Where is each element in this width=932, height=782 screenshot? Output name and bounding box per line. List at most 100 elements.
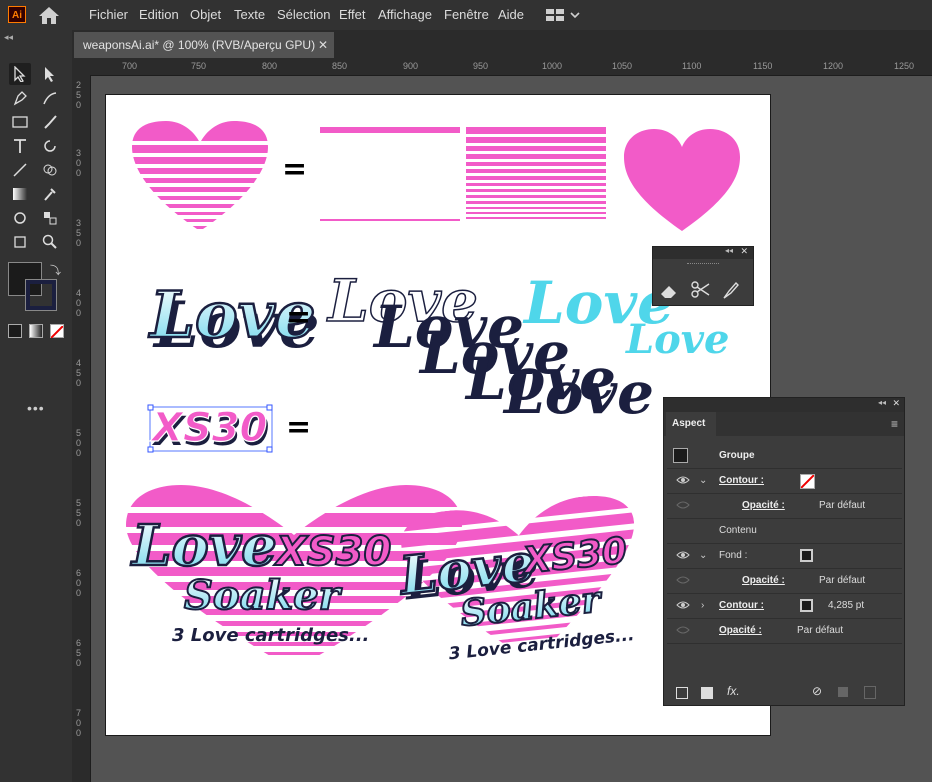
selection-tool-icon[interactable] [9, 63, 31, 85]
collapse-icon[interactable]: ◂◂ [4, 32, 13, 43]
composite-logo-tilted[interactable]: Love Love XS30 Soaker 3 Love cartridges.… [392, 491, 649, 668]
floating-tools-panel: ◂◂ ✕ [652, 246, 754, 306]
direct-selection-tool-icon[interactable] [39, 63, 61, 85]
group-label: Groupe [719, 450, 755, 461]
chevron-down-icon[interactable]: ⌄ [699, 550, 707, 561]
paintbrush-tool-icon[interactable] [39, 111, 61, 133]
opacity-label[interactable]: Opacité : [719, 625, 762, 636]
opacity-label[interactable]: Opacité : [742, 500, 785, 511]
svg-text:XS30: XS30 [273, 529, 391, 575]
contour-label[interactable]: Contour : [719, 475, 764, 486]
pen-tool-icon[interactable] [9, 87, 31, 109]
swap-colors-icon[interactable]: ⤵ [50, 262, 61, 278]
appearance-row-opacity-3[interactable]: Opacité : Par défaut [667, 619, 902, 644]
menu-fichier[interactable]: Fichier [89, 7, 128, 22]
shape-builder-tool-icon[interactable] [39, 159, 61, 181]
tab-aspect[interactable]: Aspect [666, 412, 716, 436]
width-tool-icon[interactable] [9, 159, 31, 181]
eyedropper-tool-icon[interactable] [39, 183, 61, 205]
live-paint-tool-icon[interactable] [39, 207, 61, 229]
more-tools-icon[interactable]: ••• [27, 400, 45, 416]
rotate-tool-icon[interactable] [39, 135, 61, 157]
add-fill-icon[interactable] [701, 687, 713, 699]
color-mode-icon[interactable] [8, 324, 22, 338]
document-tab[interactable]: weaponsAi.ai* @ 100% (RVB/Aperçu GPU) ✕ [74, 32, 334, 58]
eye-icon[interactable] [676, 500, 690, 514]
close-tab-button[interactable]: ✕ [318, 32, 328, 58]
svg-text:Soaker: Soaker [184, 572, 343, 619]
add-effect-button[interactable]: fx. [727, 684, 740, 698]
striped-rectangle[interactable] [466, 127, 606, 219]
opacity-value: Par défaut [819, 500, 866, 511]
menu-fenetre[interactable]: Fenêtre [444, 7, 489, 22]
eye-icon[interactable] [676, 475, 690, 489]
ruler-tick: 1050 [612, 61, 633, 71]
ruler-tick: 5 0 0 [76, 428, 82, 458]
menu-objet[interactable]: Objet [190, 7, 221, 22]
delete-item-icon[interactable] [864, 686, 876, 699]
gradient-mode-icon[interactable] [29, 324, 43, 338]
workspace-switcher-icon[interactable] [546, 8, 580, 22]
xs30-logo[interactable]: XS30 XS30 [147, 404, 273, 455]
none-mode-icon[interactable] [50, 324, 64, 339]
ruler-tick: 2 5 0 [76, 80, 82, 110]
menu-aide[interactable]: Aide [498, 7, 524, 22]
close-icon[interactable]: ✕ [740, 246, 748, 257]
menu-texte[interactable]: Texte [234, 7, 265, 22]
menu-selection[interactable]: Sélection [277, 7, 330, 22]
appearance-row-opacity-2[interactable]: Opacité : Par défaut [667, 569, 902, 594]
appearance-panel: ◂◂ ✕ Aspect ≡ Groupe ⌄ Contour : Opacité… [663, 397, 905, 706]
symbol-sprayer-tool-icon[interactable] [9, 207, 31, 229]
chevron-down-icon[interactable]: ⌄ [699, 475, 707, 486]
rectangle-tool-icon[interactable] [9, 111, 31, 133]
opacity-label[interactable]: Opacité : [742, 575, 785, 586]
appearance-row-fond[interactable]: ⌄ Fond : [667, 544, 902, 569]
chevron-right-icon[interactable]: › [701, 600, 704, 611]
artboard-tool-icon[interactable] [9, 231, 31, 253]
solid-heart[interactable] [624, 129, 740, 231]
add-stroke-icon[interactable] [676, 687, 688, 699]
collapse-icon[interactable]: ◂◂ [725, 246, 733, 255]
appearance-row-contour-stroke[interactable]: › Contour : 4,285 pt [667, 594, 902, 619]
eye-icon[interactable] [676, 550, 690, 564]
appearance-row-opacity-1[interactable]: Opacité : Par défaut [667, 494, 902, 519]
fill-label[interactable]: Fond : [719, 550, 747, 561]
duplicate-item-icon[interactable] [838, 687, 848, 697]
curvature-tool-icon[interactable] [39, 87, 61, 109]
eye-icon[interactable] [676, 625, 690, 639]
home-icon[interactable] [38, 5, 60, 25]
gradient-tool-icon[interactable] [9, 183, 31, 205]
panel-menu-icon[interactable]: ≡ [891, 417, 898, 431]
eye-icon[interactable] [676, 600, 690, 614]
striped-heart[interactable] [126, 121, 276, 229]
clear-appearance-icon[interactable]: ⊘ [812, 684, 822, 698]
scissors-tool-icon[interactable] [691, 281, 711, 299]
appearance-row-groupe[interactable]: Groupe [667, 444, 902, 469]
appearance-row-contenu[interactable]: Contenu [667, 519, 902, 544]
close-icon[interactable]: ✕ [892, 398, 900, 409]
stroke-swatch[interactable] [25, 279, 57, 311]
appearance-row-contour-group[interactable]: ⌄ Contour : [667, 469, 902, 494]
grip-icon[interactable] [687, 263, 719, 267]
type-tool-icon[interactable] [9, 135, 31, 157]
floating-panel-header[interactable]: ◂◂ ✕ [653, 246, 753, 259]
knife-tool-icon[interactable] [721, 281, 741, 299]
outlined-rectangle[interactable] [320, 127, 460, 221]
menu-edition[interactable]: Edition [139, 7, 179, 22]
equals-sign-1: = [282, 152, 307, 187]
svg-text:Love: Love [625, 316, 730, 363]
none-swatch[interactable] [800, 474, 815, 489]
appearance-panel-header[interactable]: ◂◂ ✕ [664, 398, 904, 412]
fill-swatch[interactable] [800, 549, 813, 562]
opacity-value: Par défaut [819, 575, 866, 586]
zoom-tool-icon[interactable] [39, 231, 61, 253]
eye-icon[interactable] [676, 575, 690, 589]
stroke-weight-value[interactable]: 4,285 pt [828, 600, 864, 611]
stroke-swatch[interactable] [800, 599, 813, 612]
menu-affichage[interactable]: Affichage [378, 7, 432, 22]
contour-label[interactable]: Contour : [719, 600, 764, 611]
eraser-tool-icon[interactable] [659, 281, 679, 299]
collapse-icon[interactable]: ◂◂ [878, 398, 886, 407]
ruler-tick: 5 5 0 [76, 498, 82, 528]
menu-effet[interactable]: Effet [339, 7, 366, 22]
